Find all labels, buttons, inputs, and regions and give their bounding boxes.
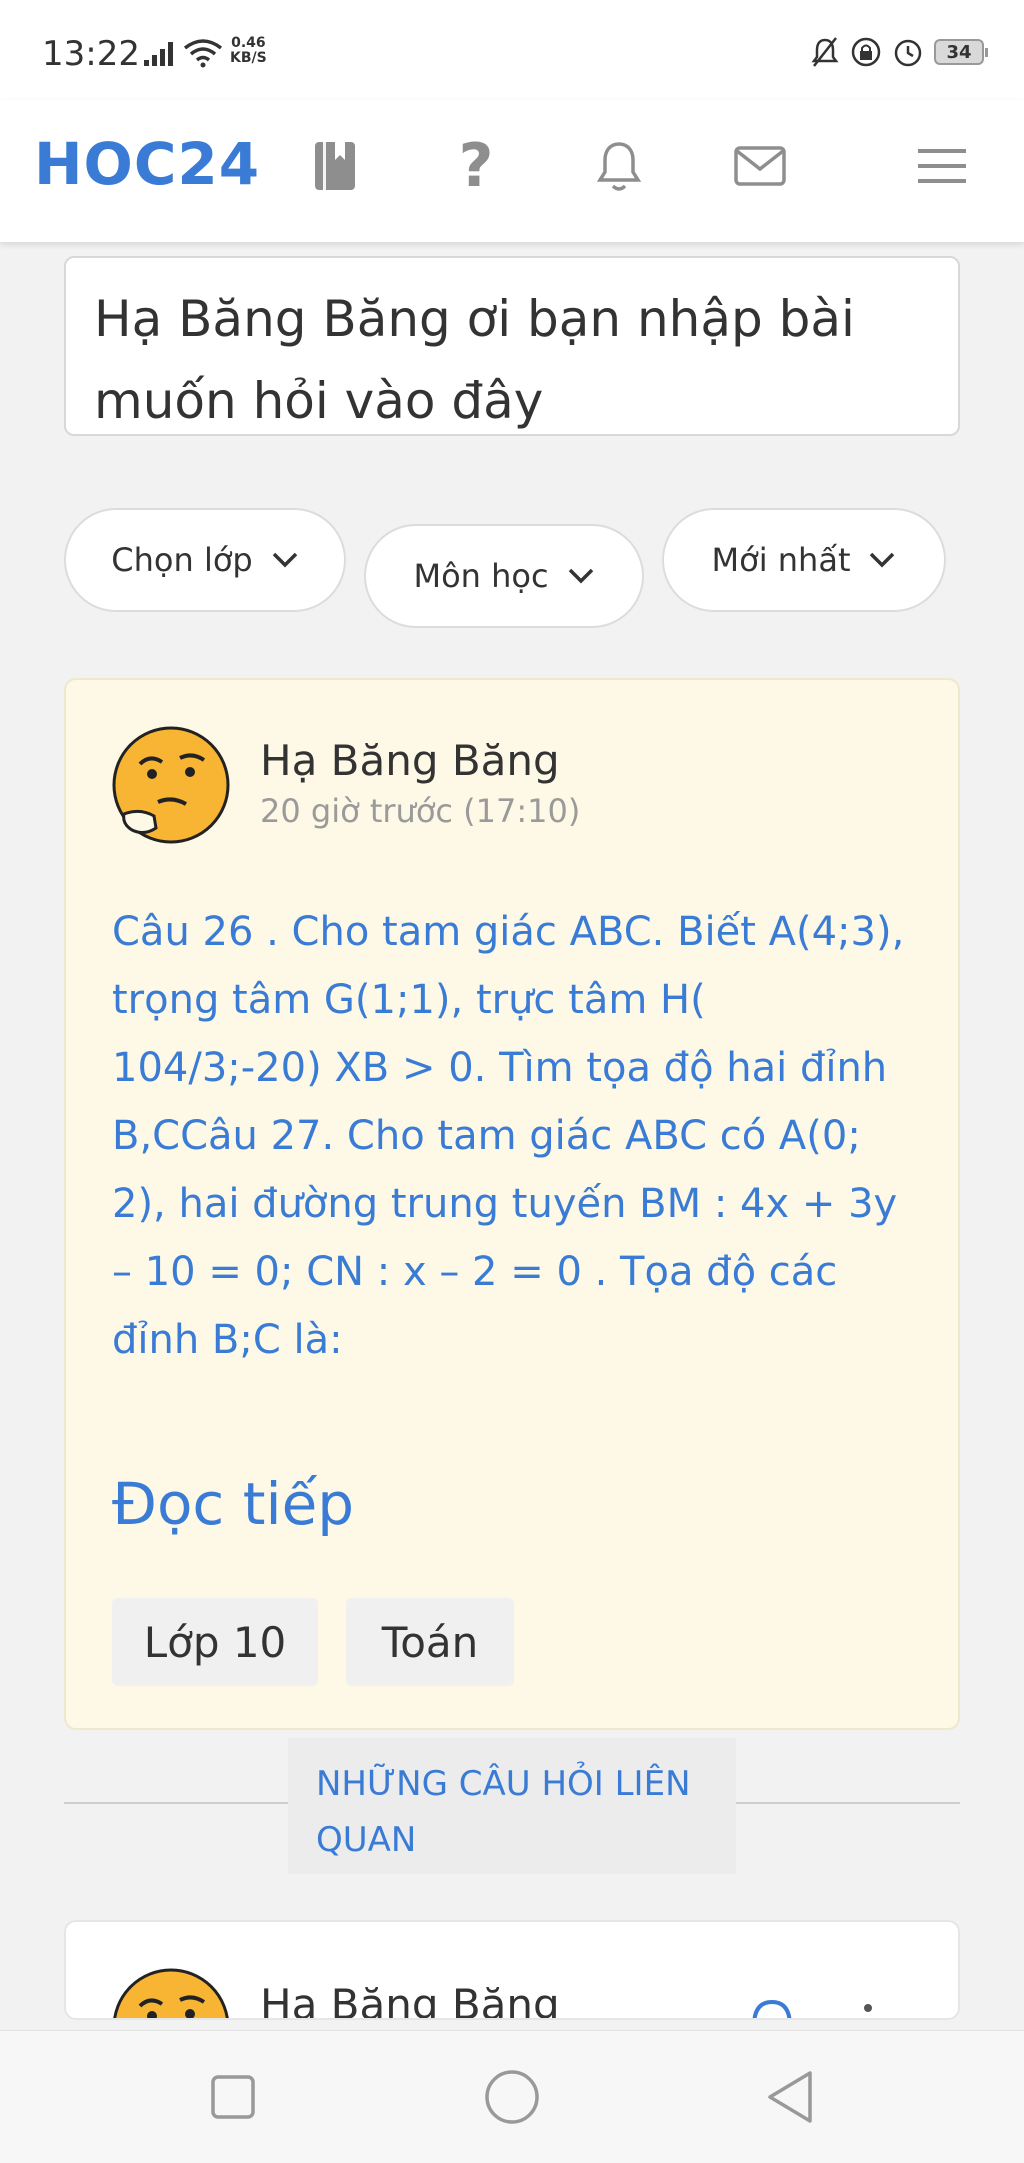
chevron-down-icon	[870, 552, 895, 568]
lock-rotation-icon	[851, 37, 881, 67]
subject-select-label: Môn học	[413, 557, 549, 595]
read-more-link[interactable]: Đọc tiếp	[112, 1470, 354, 1538]
grade-select[interactable]: Chọn lớp	[64, 508, 346, 612]
question-card: Hạ Băng Băng 20 giờ trước (17:10) Câu 26…	[64, 678, 960, 1730]
question-text[interactable]: Câu 26 . Cho tam giác ABC. Biết A(4;3), …	[112, 898, 922, 1374]
post-time: 20 giờ trước (17:10)	[260, 792, 581, 830]
menu-icon[interactable]	[910, 134, 974, 198]
question-icon[interactable]: ?	[444, 131, 508, 201]
triangle-back-icon	[768, 2071, 812, 2123]
grade-select-label: Chọn lớp	[111, 541, 253, 579]
alarm-icon	[894, 39, 922, 67]
avatar[interactable]	[110, 1966, 232, 2020]
wifi-icon	[183, 39, 223, 68]
avatar[interactable]	[110, 724, 232, 846]
tag-subject[interactable]: Toán	[346, 1598, 514, 1686]
square-icon	[211, 2075, 255, 2119]
sort-select[interactable]: Mới nhất	[662, 508, 946, 612]
sort-select-label: Mới nhất	[711, 541, 851, 579]
network-speed-unit: KB/S	[230, 50, 267, 66]
loading-icon	[752, 1999, 792, 2018]
logo[interactable]: HOC24	[34, 130, 260, 198]
status-time: 13:22	[42, 34, 140, 74]
app-header: HOC24 ?	[0, 100, 1024, 242]
home-button[interactable]	[474, 2059, 550, 2135]
mute-icon	[811, 37, 839, 67]
question-input[interactable]: Hạ Băng Băng ơi bạn nhập bài muốn hỏi và…	[64, 256, 960, 436]
navigation-bar	[0, 2030, 1024, 2163]
tag-grade[interactable]: Lớp 10	[112, 1598, 318, 1686]
bell-icon[interactable]	[587, 134, 651, 198]
author-name[interactable]: Hạ Băng Băng	[260, 736, 560, 785]
mail-icon[interactable]	[728, 134, 792, 198]
recents-button[interactable]	[195, 2059, 271, 2135]
author-name[interactable]: Hạ Băng Băng	[260, 1980, 560, 2018]
status-bar: 13:22 0.46 KB/S 34	[0, 0, 1024, 100]
subject-select[interactable]: Môn học	[364, 524, 644, 628]
chevron-down-icon	[272, 552, 297, 568]
circle-icon	[485, 2070, 539, 2124]
status-icons: 34	[810, 36, 988, 68]
related-questions-heading: NHỮNG CÂU HỎI LIÊN QUAN	[288, 1738, 736, 1874]
network-speed: 0.46 KB/S	[230, 36, 267, 66]
battery-icon: 34	[934, 39, 988, 65]
more-options-icon[interactable]	[860, 2002, 876, 2020]
signal-icon	[144, 42, 174, 66]
back-button[interactable]	[752, 2059, 828, 2135]
book-icon[interactable]	[303, 134, 367, 198]
question-input-placeholder: Hạ Băng Băng ơi bạn nhập bài muốn hỏi và…	[94, 290, 855, 430]
network-speed-value: 0.46	[231, 35, 266, 51]
chevron-down-icon	[568, 568, 593, 584]
next-question-card: Hạ Băng Băng	[64, 1920, 960, 2020]
